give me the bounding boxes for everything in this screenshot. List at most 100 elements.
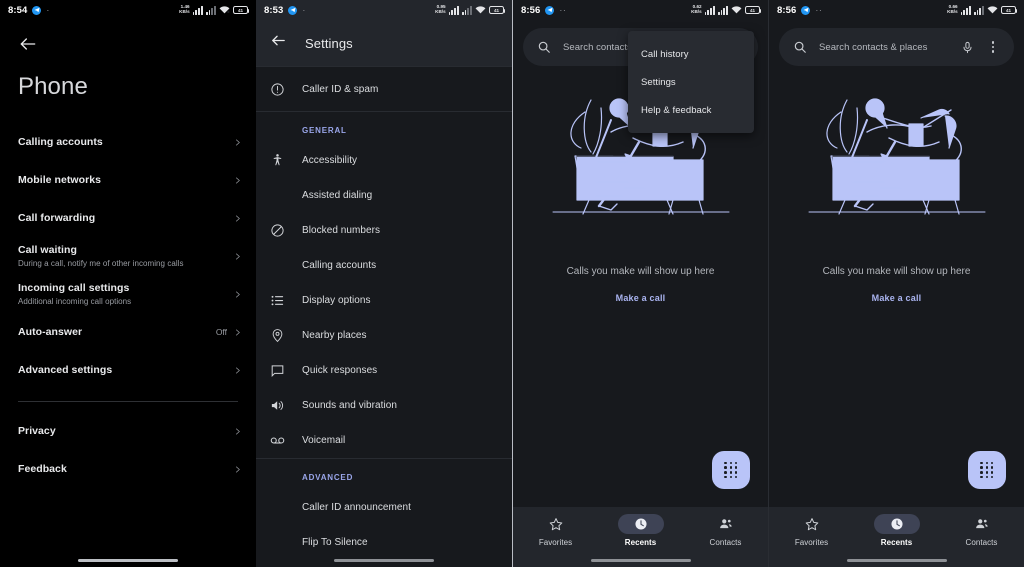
settings-item-accessibility[interactable]: Accessibility xyxy=(256,143,512,178)
settings-row-auto-answer[interactable]: Auto-answer Off xyxy=(0,313,256,351)
row-label: Call forwarding xyxy=(18,212,96,224)
bottom-navigation: Favorites Recents Contacts xyxy=(513,507,768,567)
gesture-nav-bar[interactable] xyxy=(334,559,434,562)
kebab-dot xyxy=(991,41,995,44)
contacts-icon xyxy=(719,519,732,529)
telegram-notification-icon xyxy=(545,5,555,15)
nav-tab-recents[interactable]: Recents xyxy=(854,514,939,547)
status-bar-p2: 8:53 · 0.95 KB/s 41 xyxy=(256,0,512,20)
chevron-right-icon xyxy=(236,367,240,373)
telegram-notification-icon xyxy=(288,5,298,15)
empty-state-message: Calls you make will show up here xyxy=(566,266,715,277)
settings-row-privacy[interactable]: Privacy xyxy=(0,412,256,450)
settings-item-caller-id-announcement[interactable]: Caller ID announcement xyxy=(256,490,512,525)
panel-phone-settings: 8:54 · 1.46 KB/s 41 Phone Calling accoun… xyxy=(0,0,256,567)
gesture-nav-bar[interactable] xyxy=(590,559,691,562)
list-icon xyxy=(270,293,302,308)
settings-row-feedback[interactable]: Feedback xyxy=(0,450,256,488)
nav-tab-contacts[interactable]: Contacts xyxy=(683,514,768,547)
more-notifications-icon: ·· xyxy=(559,4,567,15)
nav-tab-favorites[interactable]: Favorites xyxy=(513,514,598,547)
dialpad-icon xyxy=(724,461,738,479)
signal-bars-sim2-icon xyxy=(461,5,472,15)
signal-bars-sim2-icon xyxy=(717,5,728,15)
nav-tab-contacts[interactable]: Contacts xyxy=(939,514,1024,547)
nav-tab-label: Favorites xyxy=(538,538,573,547)
info-circle-icon xyxy=(270,82,302,97)
search-icon xyxy=(793,40,807,54)
status-time: 8:56 xyxy=(777,4,797,16)
gesture-nav-bar[interactable] xyxy=(78,559,178,562)
wifi-icon xyxy=(987,1,998,19)
network-speed-indicator: 0.95 KB/s xyxy=(435,4,446,14)
settings-item-label: Nearby places xyxy=(302,330,367,341)
network-speed-indicator: 0.66 KB/s xyxy=(947,4,958,14)
dialpad-icon xyxy=(980,461,994,479)
settings-item-assisted-dialing[interactable]: Assisted dialing xyxy=(256,178,512,213)
gesture-nav-bar[interactable] xyxy=(846,559,947,562)
chevron-right-icon xyxy=(236,428,240,434)
kebab-dot xyxy=(991,45,995,49)
panel-dialer-settings: 8:53 · 0.95 KB/s 41 Settings Caller ID &… xyxy=(256,0,512,567)
settings-item-calling-accounts[interactable]: Calling accounts xyxy=(256,248,512,283)
chevron-right-icon xyxy=(236,215,240,221)
status-bar-p4: 8:56 ·· 0.66 KB/s 41 xyxy=(769,0,1024,20)
nav-pill xyxy=(959,514,1005,534)
nav-pill xyxy=(703,514,749,534)
dialpad-fab[interactable] xyxy=(968,451,1006,489)
nav-tab-recents[interactable]: Recents xyxy=(598,514,683,547)
settings-row-call-waiting[interactable]: Call waiting During a call, notify me of… xyxy=(0,237,256,275)
back-button[interactable] xyxy=(0,20,256,59)
status-bar-left: 8:54 · xyxy=(8,5,50,16)
settings-item-voicemail[interactable]: Voicemail xyxy=(256,423,512,458)
settings-row-incoming-call-settings[interactable]: Incoming call settings Additional incomi… xyxy=(0,275,256,313)
settings-item-display-options[interactable]: Display options xyxy=(256,283,512,318)
make-a-call-link[interactable]: Make a call xyxy=(535,293,746,303)
empty-state-message: Calls you make will show up here xyxy=(822,266,971,277)
network-speed-indicator: 1.46 KB/s xyxy=(179,4,190,14)
battery-icon: 41 xyxy=(745,6,762,14)
settings-item-caller-id-spam[interactable]: Caller ID & spam xyxy=(256,67,512,111)
nav-tab-label: Contacts xyxy=(965,538,998,547)
location-pin-icon xyxy=(270,328,302,343)
search-bar[interactable]: Search contacts & places xyxy=(779,28,1014,66)
menu-item-settings[interactable]: Settings xyxy=(628,68,754,96)
telegram-notification-icon xyxy=(801,5,811,15)
row-label: Calling accounts xyxy=(18,136,103,148)
voicemail-icon xyxy=(270,433,302,448)
microphone-button[interactable] xyxy=(961,41,974,54)
menu-item-help-feedback[interactable]: Help & feedback xyxy=(628,96,754,124)
signal-bars-sim1-icon xyxy=(192,5,203,15)
menu-item-call-history[interactable]: Call history xyxy=(628,40,754,68)
make-a-call-link[interactable]: Make a call xyxy=(791,293,1002,303)
settings-app-bar: Settings xyxy=(256,20,512,66)
settings-item-flip-to-silence[interactable]: Flip To Silence xyxy=(256,525,512,560)
battery-icon: 41 xyxy=(1001,6,1018,14)
row-value: Off xyxy=(215,327,227,337)
settings-item-nearby-places[interactable]: Nearby places xyxy=(256,318,512,353)
nav-tab-favorites[interactable]: Favorites xyxy=(769,514,854,547)
row-subtitle: During a call, notify me of other incomi… xyxy=(18,258,184,268)
overflow-menu-button[interactable] xyxy=(986,41,1000,53)
settings-item-sounds-and-vibration[interactable]: Sounds and vibration xyxy=(256,388,512,423)
signal-bars-sim2-icon xyxy=(973,5,984,15)
back-button[interactable] xyxy=(270,32,287,54)
status-bar-left: 8:56 ·· xyxy=(521,5,566,16)
settings-item-label: Calling accounts xyxy=(302,260,377,271)
settings-item-quick-responses[interactable]: Quick responses xyxy=(256,353,512,388)
settings-row-advanced-settings[interactable]: Advanced settings xyxy=(0,351,256,389)
status-bar-right: 0.66 KB/s 41 xyxy=(947,1,1018,19)
settings-item-blocked-numbers[interactable]: Blocked numbers xyxy=(256,213,512,248)
status-bar-right: 0.95 KB/s 41 xyxy=(435,1,506,19)
page-title: Settings xyxy=(305,35,353,51)
settings-item-label: Display options xyxy=(302,295,371,306)
section-header-general: GENERAL xyxy=(302,126,347,135)
bottom-navigation: Favorites Recents Contacts xyxy=(769,507,1024,567)
settings-row-mobile-networks[interactable]: Mobile networks xyxy=(0,161,256,199)
dialpad-fab[interactable] xyxy=(712,451,750,489)
accessibility-icon xyxy=(270,153,302,168)
settings-row-call-forwarding[interactable]: Call forwarding xyxy=(0,199,256,237)
settings-row-calling-accounts[interactable]: Calling accounts xyxy=(0,123,256,161)
clock-icon xyxy=(634,518,647,530)
empty-state-recents: Calls you make will show up here Make a … xyxy=(769,90,1024,303)
